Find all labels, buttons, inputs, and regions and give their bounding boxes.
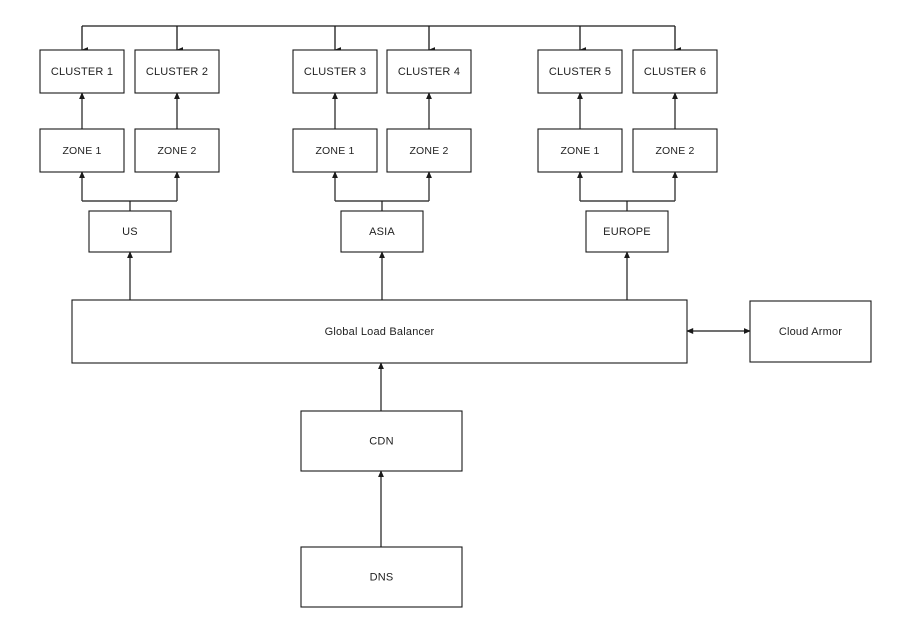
zone-node-group: ZONE 1 ZONE 2 ZONE 1 ZONE 2 ZONE 1 ZONE 2 <box>39 128 718 173</box>
region-us-label: US <box>122 226 138 238</box>
cluster-3-label: CLUSTER 3 <box>304 66 366 78</box>
zone-to-cluster-edges <box>79 92 678 129</box>
zone-europe-2-node[interactable]: ZONE 2 <box>632 128 718 173</box>
global-load-balancer-label: Global Load Balancer <box>325 326 435 338</box>
cluster-3-node[interactable]: CLUSTER 3 <box>292 49 378 94</box>
cluster-1-label: CLUSTER 1 <box>51 66 113 78</box>
region-asia-node[interactable]: ASIA <box>340 210 424 253</box>
zone-us-2-node[interactable]: ZONE 2 <box>134 128 220 173</box>
region-europe-node[interactable]: EUROPE <box>585 210 669 253</box>
zone-asia-1-node[interactable]: ZONE 1 <box>292 128 378 173</box>
region-to-zone-edges <box>79 171 678 211</box>
zone-europe-1-label: ZONE 1 <box>560 145 599 157</box>
cdn-label: CDN <box>369 435 393 447</box>
cluster-5-label: CLUSTER 5 <box>549 66 611 78</box>
global-load-balancer-node[interactable]: Global Load Balancer <box>71 299 688 364</box>
cluster-5-node[interactable]: CLUSTER 5 <box>537 49 623 94</box>
cluster-2-node[interactable]: CLUSTER 2 <box>134 49 220 94</box>
zone-asia-2-label: ZONE 2 <box>409 145 448 157</box>
cluster-node-group: CLUSTER 1 CLUSTER 2 CLUSTER 3 CLUSTER 4 CLUS… <box>39 49 718 94</box>
dns-label: DNS <box>370 571 394 583</box>
cloud-armor-label: Cloud Armor <box>779 326 842 338</box>
cdn-node[interactable]: CDN <box>300 410 463 472</box>
diagram-canvas: CLUSTER 1 CLUSTER 2 CLUSTER 3 CLUSTER 4 CLUS… <box>39 25 872 608</box>
cluster-2-label: CLUSTER 2 <box>146 66 208 78</box>
zone-asia-1-label: ZONE 1 <box>315 145 354 157</box>
bus-tap-arrows <box>81 26 682 53</box>
zone-asia-2-node[interactable]: ZONE 2 <box>386 128 472 173</box>
lb-to-region-edges <box>127 251 630 300</box>
region-us-node[interactable]: US <box>88 210 172 253</box>
cluster-4-label: CLUSTER 4 <box>398 66 460 78</box>
zone-us-2-label: ZONE 2 <box>157 145 196 157</box>
architecture-diagram: CLUSTER 1 CLUSTER 2 CLUSTER 3 CLUSTER 4 CLUS… <box>0 0 911 639</box>
dns-node[interactable]: DNS <box>300 546 463 608</box>
zone-europe-2-label: ZONE 2 <box>655 145 694 157</box>
region-asia-label: ASIA <box>369 226 395 238</box>
cloud-armor-node[interactable]: Cloud Armor <box>749 300 872 363</box>
zone-europe-1-node[interactable]: ZONE 1 <box>537 128 623 173</box>
zone-us-1-node[interactable]: ZONE 1 <box>39 128 125 173</box>
region-europe-label: EUROPE <box>603 226 651 238</box>
cluster-1-node[interactable]: CLUSTER 1 <box>39 49 125 94</box>
region-node-group: US ASIA EUROPE <box>88 210 669 253</box>
cluster-6-node[interactable]: CLUSTER 6 <box>632 49 718 94</box>
cluster-distribution-bus <box>81 25 682 53</box>
zone-us-1-label: ZONE 1 <box>62 145 101 157</box>
cluster-4-node[interactable]: CLUSTER 4 <box>386 49 472 94</box>
cluster-6-label: CLUSTER 6 <box>644 66 706 78</box>
